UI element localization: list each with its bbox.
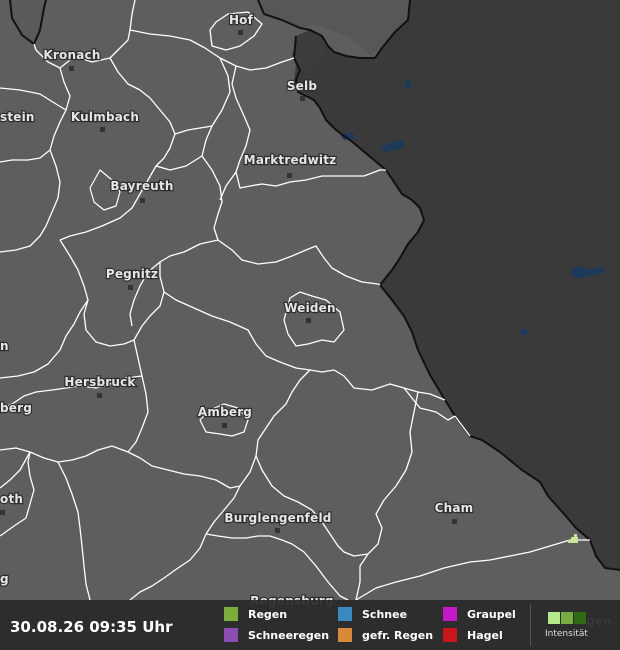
intensity-box-mid <box>561 612 573 624</box>
schnee-swatch <box>338 607 352 621</box>
schneeregen-swatch <box>224 628 238 642</box>
legend-item-hagel[interactable]: Hagel <box>443 627 503 643</box>
city-marker-burglengenfeld <box>275 528 280 533</box>
legend-label-gefr-regen: gefr. Regen <box>362 628 434 642</box>
rain-cell <box>574 534 577 537</box>
city-label-edge-g: g <box>0 572 9 586</box>
city-marker-edge <box>0 510 5 515</box>
legend-label-schneeregen: Schneeregen <box>248 628 330 642</box>
city-marker-kulmbach <box>100 127 105 132</box>
graupel-swatch <box>443 607 457 621</box>
intensity-scale <box>548 612 586 624</box>
city-label-pegnitz: Pegnitz <box>106 267 158 281</box>
city-marker-hof <box>238 30 243 35</box>
legend-item-gefr-regen[interactable]: gefr. Regen <box>338 627 433 643</box>
intensity-box-low <box>548 612 560 624</box>
city-label-cham: Cham <box>435 501 474 515</box>
city-label-marktredwitz: Marktredwitz <box>244 153 337 167</box>
city-marker-bayreuth <box>140 198 145 203</box>
gefr-regen-swatch <box>338 628 352 642</box>
rain-cell <box>568 540 578 543</box>
timestamp-label: 30.08.26 09:35 Uhr <box>10 618 173 636</box>
city-label-bayreuth: Bayreuth <box>110 179 173 193</box>
city-label-selb: Selb <box>287 79 317 93</box>
legend-item-schnee[interactable]: Schnee <box>338 606 407 622</box>
legend-label-schnee: Schnee <box>362 607 408 621</box>
city-marker-selb <box>300 96 305 101</box>
legend-item-schneeregen[interactable]: Schneeregen <box>224 627 329 643</box>
city-label-hof: Hof <box>229 13 254 27</box>
intensity-label: Intensität <box>545 629 588 639</box>
city-label-hersbruck: Hersbruck <box>64 375 136 389</box>
legend-item-graupel[interactable]: Graupel <box>443 606 516 622</box>
city-marker-pegnitz <box>128 285 133 290</box>
city-marker-hersbruck <box>97 393 102 398</box>
legend-label-graupel: Graupel <box>467 607 516 621</box>
city-label-kulmbach: Kulmbach <box>71 110 139 124</box>
legend-bar: 30.08.26 09:35 Uhr Regen Schneeregen Sch… <box>0 600 620 650</box>
city-label-weiden: Weiden <box>284 301 336 315</box>
city-label-burglengenfeld: Burglengenfeld <box>224 511 331 525</box>
city-label-edge-n: n <box>0 339 9 353</box>
legend-item-regen[interactable]: Regen <box>224 606 287 622</box>
city-label-edge-stein: stein <box>0 110 35 124</box>
city-label-edge-berg: berg <box>0 401 32 415</box>
city-marker-marktredwitz <box>287 173 292 178</box>
legend-divider <box>530 604 531 646</box>
city-label-kronach: Kronach <box>43 48 100 62</box>
weather-map[interactable]: Hof Kronach Selb Kulmbach Marktredwitz B… <box>0 0 620 650</box>
rain-cell <box>571 537 578 540</box>
intensity-box-high <box>574 612 586 624</box>
city-marker-amberg <box>222 423 227 428</box>
city-marker-kronach <box>69 66 74 71</box>
hagel-swatch <box>443 628 457 642</box>
legend-label-hagel: Hagel <box>467 628 503 642</box>
city-marker-cham <box>452 519 457 524</box>
city-label-edge-oth: oth <box>0 492 23 506</box>
city-marker-weiden <box>306 318 311 323</box>
regen-swatch <box>224 607 238 621</box>
city-label-amberg: Amberg <box>198 405 252 419</box>
legend-label-regen: Regen <box>248 607 288 621</box>
